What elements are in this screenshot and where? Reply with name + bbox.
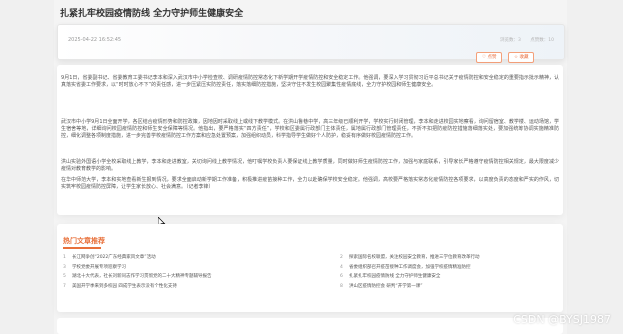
article-body: 9月1日，省委副书记、省委教育工委书记李本和深入武汉市中小学检查校、调研疫情防控… [57, 65, 563, 215]
hot-article-link[interactable]: 湖北十大代表，社长刘新同志作学习贯彻党的二十大精神专题辅导报告 [72, 274, 212, 279]
hot-article-item[interactable]: 8 洪山区疫情防控会 研判“开学第一课” [340, 283, 580, 293]
article-stats: 浏览数：3 点赞数：10 [492, 37, 554, 43]
hot-article-item[interactable]: 4 省委组织部召开疫苗接种工作调度会，加强学校疫情精准防控 [340, 264, 580, 274]
hot-article-item[interactable]: 1 长江网争创“2022广东经典家风文章”活动 [63, 254, 303, 264]
hot-article-link[interactable]: 长江网争创“2022广东经典家风文章”活动 [72, 255, 156, 260]
hot-article-item[interactable]: 2 探索国际名校联盟，关注校园安全教育，推进三学位教育改革行动 [340, 254, 580, 264]
hot-article-link[interactable]: 探索国际名校联盟，关注校园安全教育，推进三学位教育改革行动 [349, 255, 480, 260]
collect-button[interactable]: ☆ 收藏 [508, 52, 535, 63]
article-title: 扎紧扎牢校园疫情防线 全力守护师生健康安全 [60, 9, 244, 19]
hot-article-item[interactable]: 5 湖北十大代表，社长刘新同志作学习贯彻党的二十大精神专题辅导报告 [63, 273, 303, 283]
view-count: 浏览数：3 [499, 38, 521, 43]
hot-articles-title: 热门文章推荐 [63, 237, 105, 245]
like-button[interactable]: ♡ 点赞 [476, 52, 503, 63]
hot-article-link[interactable]: 洪山区疫情防控会 研判“开学第一课” [349, 284, 423, 289]
hot-article-link[interactable]: 学校党委开展专项巡察学习 [72, 265, 126, 270]
article-paragraph: 武汉市中小学9月1日全面开学，各区结合疫情形势和防控政策，因地因时采取线上或线下… [61, 119, 559, 140]
article-paragraph: 9月1日，省委副书记、省委教育工委书记李本和深入武汉市中小学检查校、调研疫情防控… [61, 75, 559, 89]
hot-articles-card: 热门文章推荐 1 长江网争创“2022广东经典家风文章”活动 3 学校党委开展专项巡… [57, 224, 563, 312]
next-section-card [57, 318, 563, 334]
article-paragraph: 洪山实验外国语小学全校采取线上教学，李本和走进教室，关切询问线上教学情况，他叮嘱… [61, 159, 559, 173]
article-paragraph: 在华中师范大学，李本和实地查看新生报到情况，要求全面启动新学期工作准备，积极推进… [61, 177, 559, 191]
hot-article-item[interactable]: 7 美国开学季来到多校园 四成学生表示没有个性化支持 [63, 283, 303, 293]
article-date: 2025-04-22 16:52:45 [68, 37, 122, 43]
hot-article-item[interactable]: 3 学校党委开展专项巡察学习 [63, 264, 303, 274]
hot-article-item[interactable]: 6 扎紧扎牢校园疫情防线 全力守护师生健康安全 [340, 273, 580, 283]
hot-article-link[interactable]: 省委组织部召开疫苗接种工作调度会，加强学校疫情精准防控 [349, 265, 471, 270]
hot-list-left: 1 长江网争创“2022广东经典家风文章”活动 3 学校党委开展专项巡察学习 5 湖北… [63, 254, 303, 292]
hot-article-link[interactable]: 美国开学季来到多校园 四成学生表示没有个性化支持 [72, 284, 177, 289]
hot-list-right: 2 探索国际名校联盟，关注校园安全教育，推进三学位教育改革行动 4 省委组织部召开疫… [340, 254, 580, 292]
csdn-watermark: CSDN @BYSJ1987 [513, 313, 611, 326]
hot-title-underline [63, 247, 101, 249]
like-count: 点赞数：10 [530, 38, 554, 43]
hot-article-link[interactable]: 扎紧扎牢校园疫情防线 全力守护师生健康安全 [349, 274, 440, 279]
